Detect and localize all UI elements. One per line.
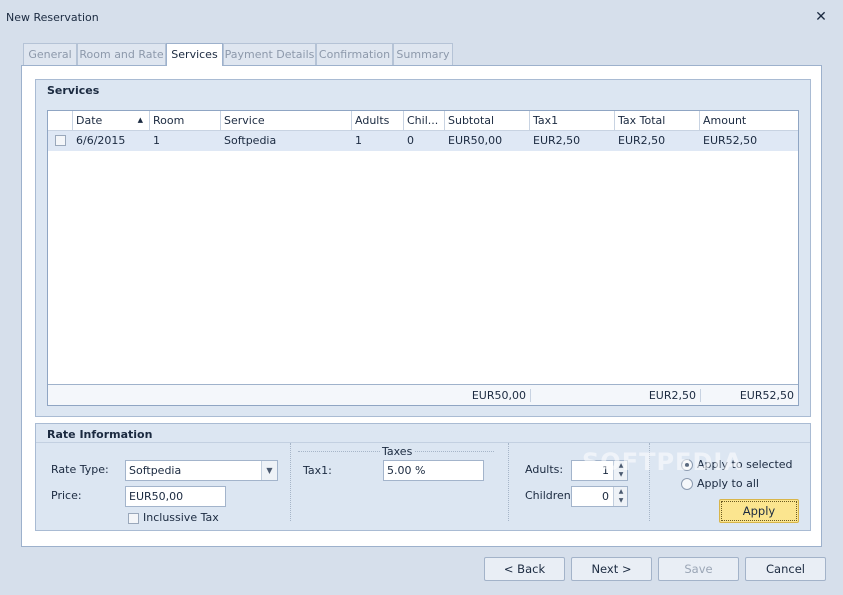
price-field[interactable]: EUR50,00 xyxy=(125,486,226,507)
cell-children: 0 xyxy=(407,134,414,147)
total-subtotal: EUR50,00 xyxy=(471,389,526,402)
cell-adults: 1 xyxy=(355,134,362,147)
table-row[interactable]: 6/6/2015 1 Softpedia 1 0 EUR50,00 EUR2,5… xyxy=(48,131,798,151)
tab-room-and-rate[interactable]: Room and Rate xyxy=(77,43,166,65)
watermark-logo: SOFTPEDIA xyxy=(582,448,743,476)
back-button[interactable]: < Back xyxy=(484,557,565,581)
tab-payment-details[interactable]: Payment Details xyxy=(223,43,316,65)
total-tax-total: EUR2,50 xyxy=(648,389,696,402)
save-button[interactable]: Save xyxy=(658,557,739,581)
column-header-amount[interactable]: Amount xyxy=(700,111,798,131)
title-bar: New Reservation ✕ xyxy=(0,0,843,34)
apply-button[interactable]: Apply xyxy=(719,499,799,523)
tab-general[interactable]: General xyxy=(23,43,77,65)
footer-divider xyxy=(530,389,531,402)
sort-ascending-icon: ▲ xyxy=(137,116,143,124)
column-header-service[interactable]: Service xyxy=(221,111,352,131)
group-divider xyxy=(36,442,810,443)
column-header-children[interactable]: Chil... xyxy=(404,111,445,131)
tax1-field[interactable]: 5.00 % xyxy=(383,460,484,481)
inclusive-tax-label: Inclussive Tax xyxy=(143,511,219,524)
apply-to-all-label: Apply to all xyxy=(697,477,759,490)
close-icon[interactable]: ✕ xyxy=(813,9,829,25)
cancel-button[interactable]: Cancel xyxy=(745,557,826,581)
column-header-tax-total[interactable]: Tax Total xyxy=(615,111,700,131)
price-label: Price: xyxy=(51,489,82,502)
cell-tax1: EUR2,50 xyxy=(533,134,581,147)
window-title: New Reservation xyxy=(6,11,99,24)
section-divider xyxy=(290,443,291,521)
column-header-date[interactable]: Date ▲ xyxy=(73,111,150,131)
services-grid[interactable]: Date ▲ Room Service Adults Chil... Subto… xyxy=(47,110,799,406)
tax1-label: Tax1: xyxy=(303,464,332,477)
children-spin-buttons[interactable]: ▲ ▼ xyxy=(613,487,627,506)
spin-down-icon[interactable]: ▼ xyxy=(614,496,628,505)
chevron-down-icon[interactable]: ▼ xyxy=(261,461,277,480)
children-label: Children: xyxy=(525,489,575,502)
children-stepper[interactable]: 0 ▲ ▼ xyxy=(571,486,628,507)
cell-service: Softpedia xyxy=(224,134,277,147)
tab-confirmation[interactable]: Confirmation xyxy=(316,43,393,65)
cell-amount: EUR52,50 xyxy=(703,134,758,147)
rate-type-select[interactable]: Softpedia ▼ xyxy=(125,460,278,481)
apply-to-all-radio[interactable] xyxy=(681,478,693,490)
cell-date: 6/6/2015 xyxy=(76,134,126,147)
column-header-adults[interactable]: Adults xyxy=(352,111,404,131)
children-value: 0 xyxy=(602,490,609,503)
grid-totals-footer: EUR50,00 EUR2,50 EUR52,50 xyxy=(48,384,798,405)
taxes-heading: Taxes xyxy=(380,445,415,458)
column-header-date-label: Date xyxy=(76,114,103,127)
total-amount: EUR52,50 xyxy=(739,389,794,402)
rate-type-label: Rate Type: xyxy=(51,463,109,476)
adults-label: Adults: xyxy=(525,463,564,476)
section-divider xyxy=(508,443,509,521)
inclusive-tax-checkbox[interactable] xyxy=(128,513,139,524)
services-heading: Services xyxy=(47,84,100,97)
column-header-subtotal[interactable]: Subtotal xyxy=(445,111,530,131)
tab-summary[interactable]: Summary xyxy=(393,43,453,65)
column-header-tax1[interactable]: Tax1 xyxy=(530,111,615,131)
cell-subtotal: EUR50,00 xyxy=(448,134,503,147)
rate-information-heading: Rate Information xyxy=(47,428,153,441)
rate-type-value: Softpedia xyxy=(129,464,182,477)
row-checkbox[interactable] xyxy=(55,135,66,146)
spin-up-icon[interactable]: ▲ xyxy=(614,487,628,496)
next-button[interactable]: Next > xyxy=(571,557,652,581)
column-header-select xyxy=(48,111,73,131)
column-header-room[interactable]: Room xyxy=(150,111,221,131)
tab-services[interactable]: Services xyxy=(166,43,223,66)
cell-tax-total: EUR2,50 xyxy=(618,134,666,147)
cell-room: 1 xyxy=(153,134,160,147)
